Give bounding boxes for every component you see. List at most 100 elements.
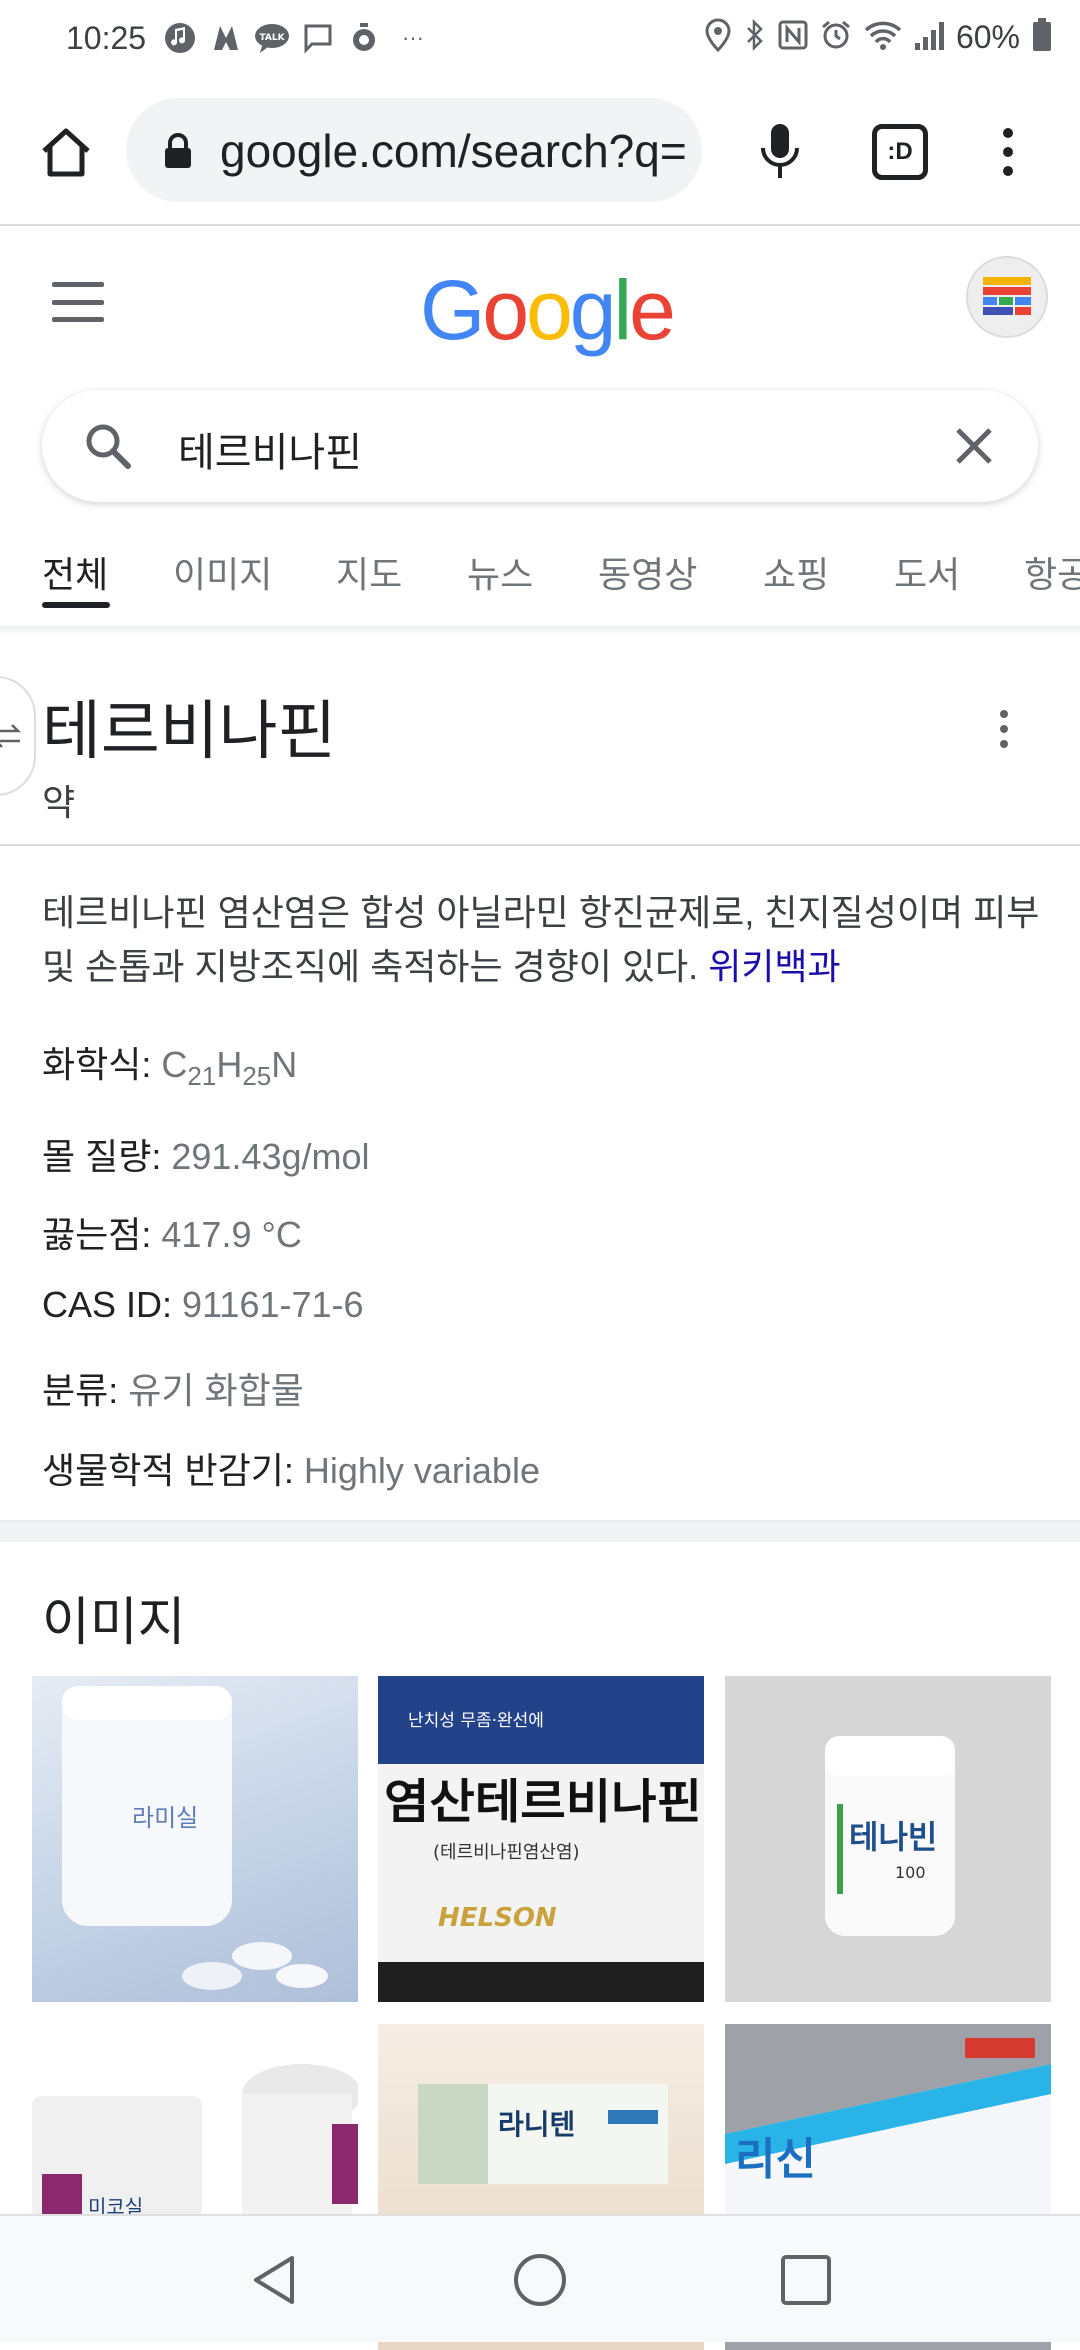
formula-n: N: [271, 1044, 298, 1085]
formula-value[interactable]: C21H25N: [161, 1044, 298, 1091]
fact-half-life: 생물학적 반감기: Highly variable: [42, 1450, 540, 1491]
more-dot: [1000, 725, 1008, 733]
tab-shopping[interactable]: 쇼핑: [763, 546, 829, 598]
boiling-point-value[interactable]: 417.9 °C: [161, 1214, 301, 1255]
logo-letter: o: [482, 263, 529, 357]
google-logo[interactable]: Google: [420, 262, 676, 359]
back-icon: [254, 2256, 294, 2304]
thumb-text: 100: [895, 1863, 926, 1882]
navigation-app-icon: [208, 20, 244, 56]
compare-toggle-button[interactable]: [0, 676, 36, 796]
music-icon: [162, 20, 198, 56]
fact-label: CAS ID: [42, 1284, 163, 1325]
thumb-text: (테르비나핀염산염): [433, 1842, 580, 1863]
logo-letter: G: [420, 263, 485, 357]
knowledge-panel-more-button[interactable]: [986, 706, 1022, 752]
hamburger-menu-button[interactable]: [52, 282, 104, 322]
tab-images[interactable]: 이미지: [173, 546, 272, 598]
nfc-icon: [778, 20, 808, 55]
knowledge-panel-subtitle: 약: [42, 782, 76, 823]
tab-news[interactable]: 뉴스: [467, 546, 533, 598]
hamburger-line: [52, 282, 104, 287]
tab-switcher-button[interactable]: :D: [872, 124, 928, 180]
divider: [0, 844, 1080, 846]
clear-search-button[interactable]: [948, 420, 1000, 472]
location-icon: [704, 18, 732, 57]
swap-arrows-icon: [0, 724, 22, 748]
formula-h-sub: 25: [242, 1061, 272, 1091]
thumb-label: 테나빈: [849, 1818, 937, 1856]
formula-c-sub: 21: [187, 1061, 217, 1091]
medicine-box-image: 난치성 무좀·완선에 염산테르비나핀 (테르비나핀염산염) HELSON: [378, 1676, 704, 2002]
description-text: 테르비나핀 염산염은 합성 아닐라민 항진균제로, 친지질성이며 피부 및 손톱…: [42, 892, 1040, 987]
pill-bottle-image: 라미실: [62, 1686, 328, 1990]
thumb-text: 난치성 무좀·완선에: [408, 1711, 544, 1731]
menu-dot: [1003, 128, 1013, 138]
google-header: Google: [0, 226, 1080, 384]
status-bar: 10:25 TALK ··· 60%: [0, 0, 1080, 80]
category-value[interactable]: 유기 화합물: [128, 1370, 304, 1411]
search-icon: [86, 424, 131, 469]
molar-mass-value[interactable]: 291.43g/mol: [171, 1136, 369, 1177]
tab-videos[interactable]: 동영상: [598, 546, 697, 598]
tab-all[interactable]: 전체: [42, 546, 108, 598]
home-icon: [42, 128, 90, 177]
status-left-icons: TALK ···: [162, 20, 424, 56]
tab-maps[interactable]: 지도: [336, 546, 402, 598]
more-dot: [1000, 740, 1008, 748]
fact-formula: 화학식: C21H25N: [42, 1044, 298, 1091]
pill-bottle-image: 미코실: [32, 2064, 358, 2220]
hamburger-line: [52, 317, 104, 322]
thumb-text: HELSON: [438, 1903, 557, 1933]
thumb-label: 리신: [735, 2134, 816, 2185]
thumb-text: 염산테르비나핀: [384, 1775, 702, 1830]
account-avatar[interactable]: [966, 256, 1048, 338]
lock-icon: [165, 133, 191, 168]
status-time: 10:25: [66, 20, 147, 56]
formula-c: C: [161, 1044, 188, 1085]
wikipedia-link[interactable]: 위키백과: [708, 946, 840, 987]
timer-icon: [346, 20, 382, 56]
search-tabs: 전체 이미지 지도 뉴스 동영상 쇼핑 도서 항공: [0, 528, 1080, 628]
tab-flights[interactable]: 항공: [1024, 546, 1080, 598]
home-nav-button[interactable]: [504, 2244, 576, 2316]
fact-label: 화학식: [42, 1044, 142, 1085]
voice-search-button[interactable]: [748, 116, 812, 188]
home-circle-icon: [514, 2254, 566, 2306]
search-box[interactable]: 테르비나핀: [42, 390, 1038, 502]
half-life-value[interactable]: Highly variable: [304, 1450, 540, 1491]
browser-toolbar: google.com/search?q= :D: [0, 80, 1080, 226]
images-section-title: 이미지: [42, 1594, 186, 1652]
fact-molar-mass: 몰 질량: 291.43g/mol: [42, 1136, 370, 1177]
tab-books[interactable]: 도서: [894, 546, 960, 598]
image-result[interactable]: 라미실: [32, 1676, 358, 2002]
alarm-icon: [820, 19, 852, 56]
browser-menu-button[interactable]: [980, 116, 1036, 188]
logo-letter: g: [569, 263, 617, 357]
bluetooth-icon: [744, 18, 766, 56]
recents-button[interactable]: [770, 2244, 842, 2316]
fact-boiling-point: 끓는점: 417.9 °C: [42, 1214, 302, 1255]
recents-icon: [781, 2255, 831, 2305]
cas-id-value[interactable]: 91161-71-6: [182, 1284, 363, 1325]
url-bar[interactable]: google.com/search?q=: [126, 98, 702, 202]
back-button[interactable]: [240, 2244, 312, 2316]
image-result[interactable]: 난치성 무좀·완선에 염산테르비나핀 (테르비나핀염산염) HELSON: [378, 1676, 704, 2002]
thumb-label: 라니텐: [498, 2108, 575, 2141]
battery-icon: [1032, 18, 1052, 57]
microphone-icon: [761, 124, 799, 178]
tab-switcher-label: :D: [887, 138, 913, 165]
search-query[interactable]: 테르비나핀: [178, 420, 362, 478]
section-divider: [0, 1520, 1080, 1542]
talk-icon: TALK: [254, 20, 290, 56]
fact-cas-id: CAS ID: 91161-71-6: [42, 1284, 364, 1325]
fact-category: 분류: 유기 화합물: [42, 1370, 304, 1411]
image-result[interactable]: 테나빈 100: [725, 1676, 1051, 2002]
home-button[interactable]: [30, 116, 102, 188]
avatar-image: [983, 277, 1031, 315]
wifi-icon: [864, 19, 902, 56]
more-dot: [1000, 710, 1008, 718]
menu-dot: [1003, 166, 1013, 176]
tabs-divider: [0, 626, 1080, 636]
signal-icon: [914, 19, 944, 56]
